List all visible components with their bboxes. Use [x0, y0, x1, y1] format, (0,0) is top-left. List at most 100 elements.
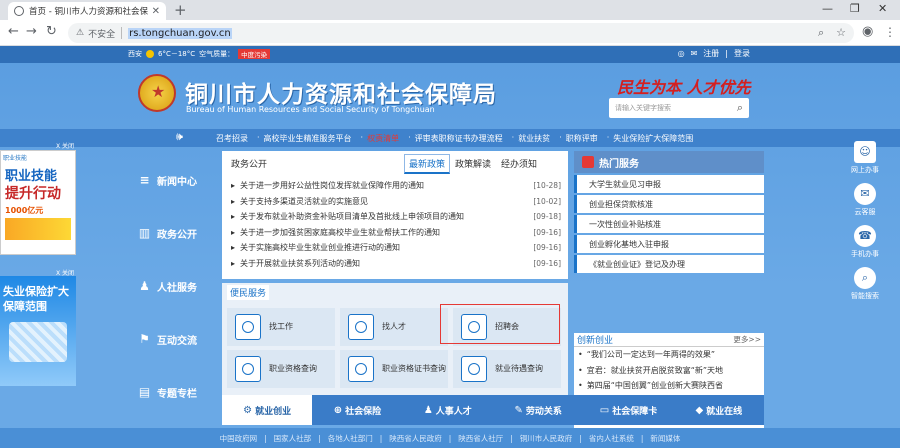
bookmark-star-icon[interactable]: ☆	[836, 26, 846, 40]
policy-row-title[interactable]: 关于实施高校毕业生就业创业推进行动的通知	[240, 242, 533, 253]
hot-service-item[interactable]: 大学生就业见习申报	[574, 175, 764, 193]
quick-link[interactable]: 就业扶贫	[518, 133, 550, 144]
policy-tab[interactable]: 经办须知	[496, 154, 542, 174]
innovation-title[interactable]: 创新创业	[577, 333, 613, 346]
bottom-tab[interactable]: ✎ 劳动关系	[493, 395, 583, 425]
left-nav-item[interactable]: ⚑ 互动交流	[138, 313, 218, 366]
hot-service-item[interactable]: 一次性创业补贴核准	[574, 215, 764, 233]
bottom-tab-icon: ▭	[599, 404, 610, 416]
unemployment-insurance-ad[interactable]: 失业保险扩大保障范围	[0, 276, 76, 386]
search-input[interactable]: 请输入关键字搜索	[615, 103, 737, 113]
float-item[interactable]: ☎ 手机办事	[845, 225, 885, 267]
hot-service-item[interactable]: 创业孵化基地入驻申报	[574, 235, 764, 253]
restore-icon[interactable]: ❐	[850, 2, 860, 15]
quick-link[interactable]: 高校毕业生精准服务平台	[264, 133, 352, 144]
footer-link[interactable]: 各地人社部门	[328, 433, 373, 444]
bottom-tab[interactable]: ⚙ 就业创业	[222, 395, 313, 425]
footer-link[interactable]: 国家人社部	[274, 433, 312, 444]
innovation-row[interactable]: • “我们公司一定达到一年两得的效果”	[574, 347, 764, 363]
quick-link[interactable]: 职称评审	[566, 133, 598, 144]
bullet-icon: •	[578, 365, 583, 375]
footer-link[interactable]: 省内人社系统	[589, 433, 634, 444]
policy-row[interactable]: ▸ 关于实施高校毕业生就业创业推进行动的通知 [09-16]	[231, 240, 561, 256]
quick-link[interactable]: 权责清单	[367, 133, 399, 144]
menu-icon[interactable]: ⋮	[884, 25, 896, 39]
footer-link[interactable]: 陕西省人民政府	[389, 433, 442, 444]
innovation-row[interactable]: • 宜君：就业扶贫开启脱贫致富“新”天地	[574, 363, 764, 379]
address-bar[interactable]: ⚠ 不安全 rs.tongchuan.gov.cn ⌕ ☆	[68, 23, 854, 43]
service-tile[interactable]: 就业待遇查询	[453, 350, 561, 388]
float-item[interactable]: ☺ 网上办事	[845, 141, 885, 183]
innovation-row-title[interactable]: “我们公司一定达到一年两得的效果”	[587, 349, 715, 360]
float-item[interactable]: ⌕ 智能搜索	[845, 267, 885, 309]
close-ad-button[interactable]: X 关闭	[56, 141, 74, 150]
url-text[interactable]: rs.tongchuan.gov.cn	[128, 27, 232, 39]
policy-row-title[interactable]: 关于进一步加强贫困家庭高校毕业生就业帮扶工作的通知	[240, 227, 533, 238]
service-tile-label: 找人才	[382, 322, 406, 331]
site-title[interactable]: 铜川市人力资源和社会保障局	[185, 75, 497, 109]
policy-row-date: [09-16]	[533, 243, 561, 253]
service-tile[interactable]: 职业资格查询	[227, 350, 335, 388]
policy-row[interactable]: ▸ 关于进一步加强贫困家庭高校毕业生就业帮扶工作的通知 [09-16]	[231, 225, 561, 241]
policy-row[interactable]: ▸ 关于支持多渠道灵活就业的实施意见 [10-02]	[231, 194, 561, 210]
quick-link[interactable]: 失业保险扩大保障范围	[613, 133, 693, 144]
policy-row-title[interactable]: 关于支持多渠道灵活就业的实施意见	[240, 196, 533, 207]
bullet-icon: ▸	[231, 227, 236, 237]
bottom-tab[interactable]: ⊕ 社会保险	[312, 395, 402, 425]
back-icon[interactable]: ←	[8, 24, 19, 39]
close-tab-icon[interactable]: ✕	[152, 6, 160, 17]
footer-link[interactable]: 中国政府网	[220, 433, 258, 444]
bottom-tab[interactable]: ◆ 就业在线	[674, 395, 764, 425]
policy-tab[interactable]: 最新政策	[404, 154, 451, 174]
footer-link[interactable]: 陕西省人社厅	[458, 433, 503, 444]
wechat-icon[interactable]: ✉	[691, 49, 698, 58]
footer-link[interactable]: 新闻媒体	[650, 433, 680, 444]
policy-tab[interactable]: 政策解读	[450, 154, 496, 174]
weather-city: 西安	[128, 50, 142, 58]
forward-icon[interactable]: →	[26, 24, 37, 39]
innovation-row-title[interactable]: 宜君：就业扶贫开启脱贫致富“新”天地	[587, 365, 723, 376]
close-window-icon[interactable]: ✕	[878, 2, 887, 15]
profile-icon[interactable]: ◉	[862, 24, 873, 39]
login-link[interactable]: 登录	[734, 48, 750, 59]
policy-row-title[interactable]: 关于进一步用好公益性岗位发挥就业保障作用的通知	[240, 180, 533, 191]
browser-tab[interactable]: 首页 - 铜川市人力资源和社会保障 ✕	[8, 2, 166, 20]
bottom-tab[interactable]: ♟ 人事人才	[403, 395, 493, 425]
left-nav-item[interactable]: ▥ 政务公开	[138, 207, 218, 260]
policy-row-date: [09-16]	[533, 227, 561, 237]
footer-link[interactable]: 铜川市人民政府	[520, 433, 573, 444]
quick-link[interactable]: 召考招录	[216, 133, 248, 144]
policy-row-title[interactable]: 关于发布就业补助资金补贴项目清单及首批线上申领项目的通知	[240, 211, 533, 222]
skills-ad[interactable]: 职业技能 职业技能 提升行动 1000亿元	[0, 150, 76, 255]
minimize-icon[interactable]: —	[822, 2, 833, 15]
policy-row[interactable]: ▸ 关于开展就业扶贫系列活动的通知 [09-16]	[231, 256, 561, 272]
new-tab-button[interactable]: +	[174, 1, 187, 19]
register-link[interactable]: 注册	[703, 48, 719, 59]
policy-row-title[interactable]: 关于开展就业扶贫系列活动的通知	[240, 258, 533, 269]
weibo-icon[interactable]: ◎	[678, 49, 685, 58]
float-item[interactable]: ✉ 云客服	[845, 183, 885, 225]
hot-service-item[interactable]: 创业担保贷款核准	[574, 195, 764, 213]
service-icon	[348, 356, 374, 382]
service-tile[interactable]: 找工作	[227, 308, 335, 346]
search-icon[interactable]: ⌕	[737, 101, 743, 115]
policy-row[interactable]: ▸ 关于发布就业补助资金补贴项目清单及首批线上申领项目的通知 [09-18]	[231, 209, 561, 225]
tab-title: 首页 - 铜川市人力资源和社会保障	[29, 7, 148, 17]
innovation-row[interactable]: • 第四届“中国创翼”创业创新大赛陕西省	[574, 378, 764, 394]
quick-link[interactable]: 评审表职称证书办理流程	[415, 133, 503, 144]
hot-service-item[interactable]: 《就业创业证》登记及办理	[574, 255, 764, 273]
service-icon	[461, 356, 487, 382]
left-nav-item[interactable]: ♟ 人社服务	[138, 260, 218, 313]
left-nav-item[interactable]: ▤ 专题专栏	[138, 366, 218, 419]
service-tile[interactable]: 职业资格证书查询	[340, 350, 448, 388]
policy-row[interactable]: ▸ 关于进一步用好公益性岗位发挥就业保障作用的通知 [10-28]	[231, 178, 561, 194]
service-tile[interactable]: 找人才	[340, 308, 448, 346]
reload-icon[interactable]: ↻	[46, 24, 57, 39]
more-link[interactable]: 更多>>	[733, 334, 761, 345]
site-search[interactable]: 请输入关键字搜索 ⌕	[609, 98, 749, 118]
zoom-icon[interactable]: ⌕	[818, 26, 824, 40]
bottom-tab[interactable]: ▭ 社会保障卡	[583, 395, 673, 425]
left-nav-item[interactable]: ≡ 新闻中心	[138, 154, 218, 207]
nav-icon: ▤	[138, 385, 151, 399]
innovation-row-title[interactable]: 第四届“中国创翼”创业创新大赛陕西省	[587, 380, 723, 391]
